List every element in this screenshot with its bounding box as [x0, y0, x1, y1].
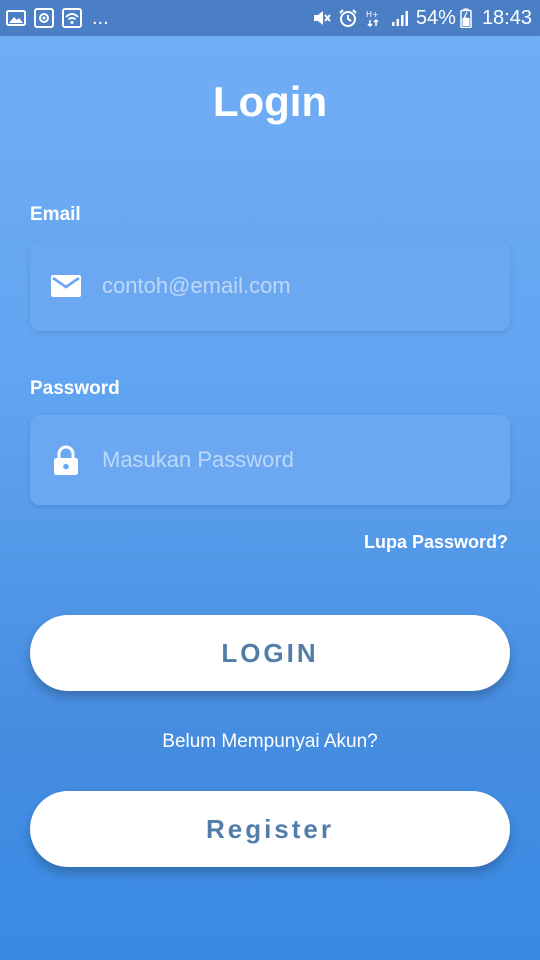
battery-icon: [460, 8, 472, 28]
signup-prompt: Belum Mempunyai Akun?: [162, 731, 378, 752]
wifi-icon: [62, 8, 82, 28]
email-field-container[interactable]: [30, 241, 510, 331]
register-button[interactable]: Register: [30, 791, 510, 867]
hplus-data-icon: H+: [364, 8, 384, 28]
clock: 18:43: [481, 7, 532, 29]
status-bar-left: ...: [6, 6, 109, 30]
battery-percent: 54%: [415, 7, 456, 29]
email-label: Email: [30, 204, 81, 225]
lock-icon: [50, 444, 82, 476]
image-icon: [6, 8, 26, 28]
status-bar: ... H+ 54% 18:43: [0, 0, 540, 36]
forgot-password-link[interactable]: Lupa Password?: [364, 530, 508, 554]
login-button[interactable]: LOGIN: [30, 615, 510, 691]
page-title: Login: [212, 78, 328, 125]
status-overflow-indicator: ...: [92, 7, 109, 29]
password-input[interactable]: [102, 415, 492, 505]
signal-icon: [390, 8, 410, 28]
alarm-icon: [338, 8, 358, 28]
email-input[interactable]: [102, 241, 492, 331]
email-icon: [50, 270, 82, 302]
svg-text:H+: H+: [366, 10, 379, 19]
status-bar-right: H+ 54% 18:43: [312, 6, 532, 30]
screenshot-icon: [34, 8, 54, 28]
mute-icon: [312, 8, 332, 28]
login-screen: ... H+ 54% 18:43 Login Email contoh@emai…: [0, 0, 540, 960]
password-field-container[interactable]: [30, 415, 510, 505]
password-label: Password: [30, 378, 120, 399]
